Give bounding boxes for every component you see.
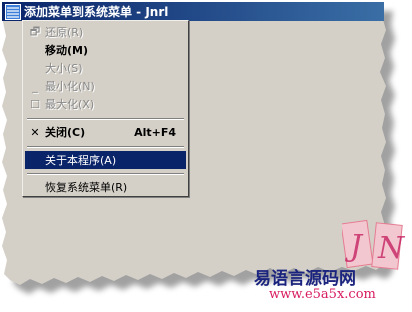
menu-separator [27,118,184,120]
menu-item-close[interactable]: ✕ 关闭(C) Alt+F4 [25,123,186,141]
menu-item-restore[interactable]: 🗗 还原(R) [25,23,186,41]
minimize-icon: _ [32,79,38,93]
menu-item-move[interactable]: 移动(M) [25,41,186,59]
watermark-url: www.e5a5x.com [269,287,376,302]
maximize-icon: ☐ [30,97,40,111]
menu-item-label: 最小化(N) [45,80,95,93]
svg-text:N: N [377,231,406,266]
menu-item-restore-system-menu[interactable]: 恢复系统菜单(R) [25,178,186,196]
menu-item-label: 恢复系统菜单(R) [45,181,128,194]
restore-icon: 🗗 [29,24,41,38]
window-title: 添加菜单到系统菜单 - Jnrl [24,5,169,19]
menu-item-size[interactable]: 大小(S) [25,59,186,77]
menu-item-label: 移动(M) [45,44,89,57]
system-menu: 🗗 还原(R) 移动(M) 大小(S) _ 最小化(N) ☐ 最大化(X) ✕ … [22,20,189,197]
menu-item-label: 关于本程序(A) [45,154,117,167]
menu-item-accelerator: Alt+F4 [134,125,176,139]
app-stripes-icon[interactable] [5,3,21,20]
menu-item-label: 关闭(C) [45,126,86,139]
menu-separator [27,173,184,175]
menu-item-label: 大小(S) [45,62,83,75]
menu-item-label: 还原(R) [45,26,84,39]
close-icon: ✕ [30,125,40,139]
menu-item-label: 最大化(X) [45,98,95,111]
menu-item-maximize[interactable]: ☐ 最大化(X) [25,95,186,113]
watermark-site-name: 易语言源码网 [254,269,356,289]
menu-item-minimize[interactable]: _ 最小化(N) [25,77,186,95]
menu-separator [27,146,184,148]
title-bar[interactable]: 添加菜单到系统菜单 - Jnrl [2,2,384,21]
menu-item-about[interactable]: 关于本程序(A) [25,151,186,169]
